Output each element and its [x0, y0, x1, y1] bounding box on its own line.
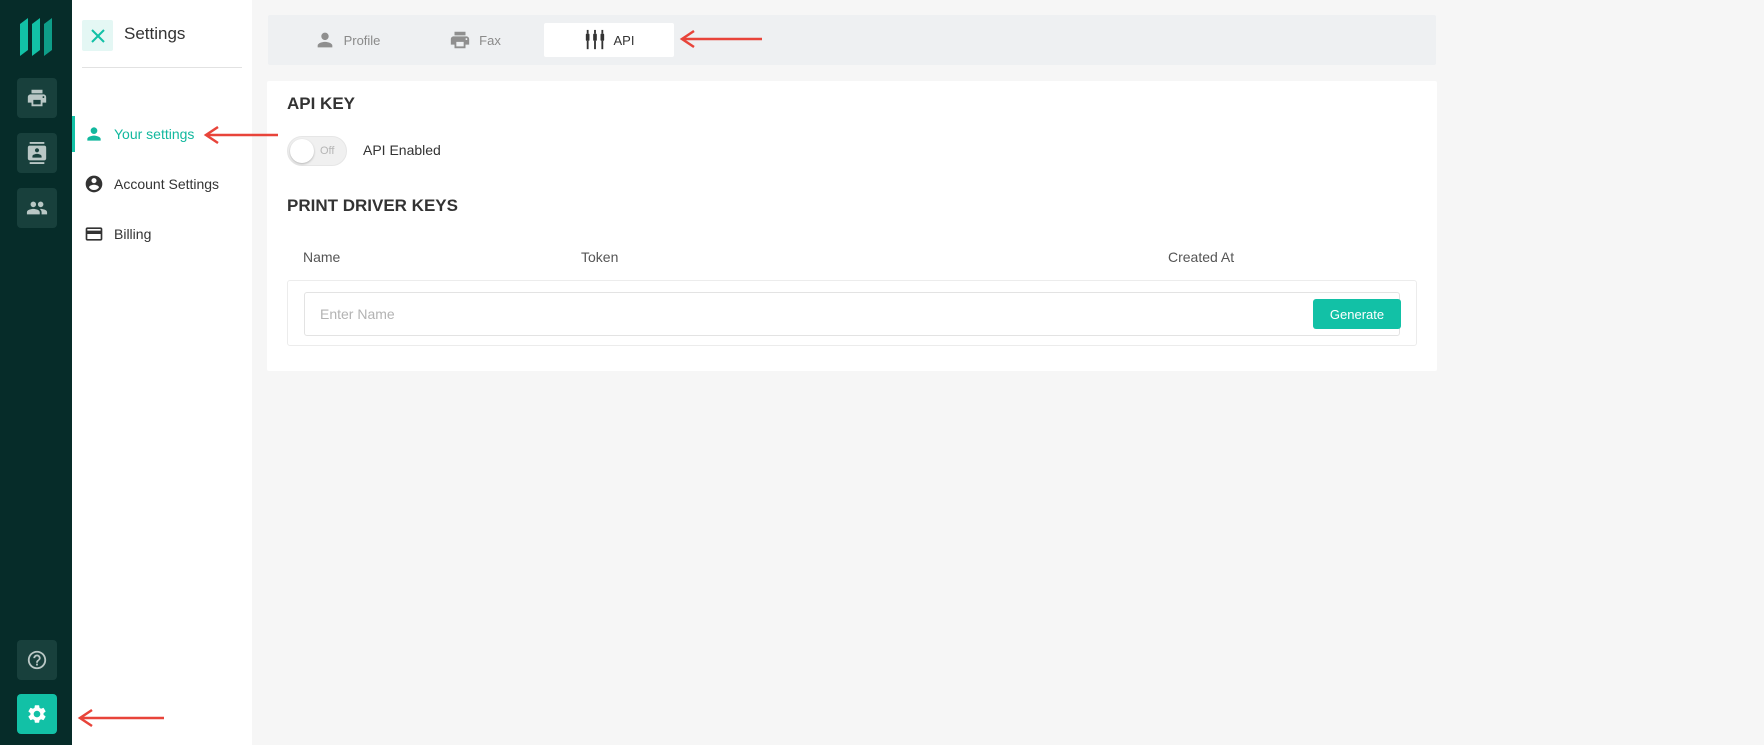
rail-contacts-button[interactable]	[17, 133, 57, 173]
nav-item-billing[interactable]: Billing	[72, 216, 252, 252]
people-icon	[26, 201, 48, 215]
rail-settings-button[interactable]	[17, 694, 57, 734]
rail-fax-button[interactable]	[17, 78, 57, 118]
person-icon	[317, 32, 332, 48]
nav-item-label: Account Settings	[114, 176, 220, 192]
api-enabled-toggle[interactable]: Off	[287, 136, 347, 166]
person-icon	[87, 127, 101, 141]
help-icon	[27, 650, 47, 670]
contacts-icon	[27, 142, 47, 164]
print-driver-keys-heading: PRINT DRIVER KEYS	[287, 196, 458, 215]
rail-help-button[interactable]	[17, 640, 57, 680]
settings-tabs: Profile Fax API	[268, 15, 1436, 65]
nav-item-account-settings[interactable]: Account Settings	[72, 166, 252, 202]
brand-logo-icon	[20, 18, 52, 56]
api-key-heading: API KEY	[287, 94, 356, 113]
account-circle-icon	[85, 175, 103, 193]
close-settings-button[interactable]	[82, 20, 113, 51]
divider	[82, 67, 242, 68]
rail-people-button[interactable]	[17, 188, 57, 228]
column-header-name: Name	[303, 249, 341, 265]
tab-label: API	[613, 32, 635, 48]
toggle-state: Off	[320, 145, 335, 157]
settings-title: Settings	[124, 24, 186, 43]
tab-label: Fax	[479, 32, 501, 48]
app-rail	[0, 0, 72, 745]
credit-card-icon	[85, 227, 103, 241]
annotation-arrow-icon	[203, 125, 278, 145]
tab-api[interactable]: API	[544, 23, 674, 57]
nav-item-label: Billing	[114, 226, 152, 242]
api-enabled-label: API Enabled	[363, 142, 441, 158]
annotation-arrow-icon	[77, 708, 164, 728]
nav-item-label: Your settings	[114, 126, 195, 142]
printer-icon	[450, 31, 470, 49]
key-name-input[interactable]	[304, 292, 1400, 336]
tab-fax[interactable]: Fax	[410, 23, 540, 57]
api-plug-icon	[585, 29, 604, 50]
printer-icon	[27, 89, 47, 107]
close-icon	[90, 28, 105, 43]
annotation-arrow-icon	[679, 29, 762, 49]
column-header-token: Token	[581, 249, 619, 265]
settings-panel: Settings Your settings Account Settings …	[72, 0, 252, 745]
toggle-knob	[290, 139, 314, 163]
print-driver-keys-table: Generate	[287, 280, 1417, 346]
tab-profile[interactable]: Profile	[284, 23, 410, 57]
tab-label: Profile	[343, 32, 381, 48]
api-settings-card: API KEY Off API Enabled PRINT DRIVER KEY…	[267, 81, 1437, 371]
generate-button[interactable]: Generate	[1313, 299, 1401, 329]
gear-icon	[28, 705, 46, 723]
column-header-created-at: Created At	[1168, 249, 1235, 265]
